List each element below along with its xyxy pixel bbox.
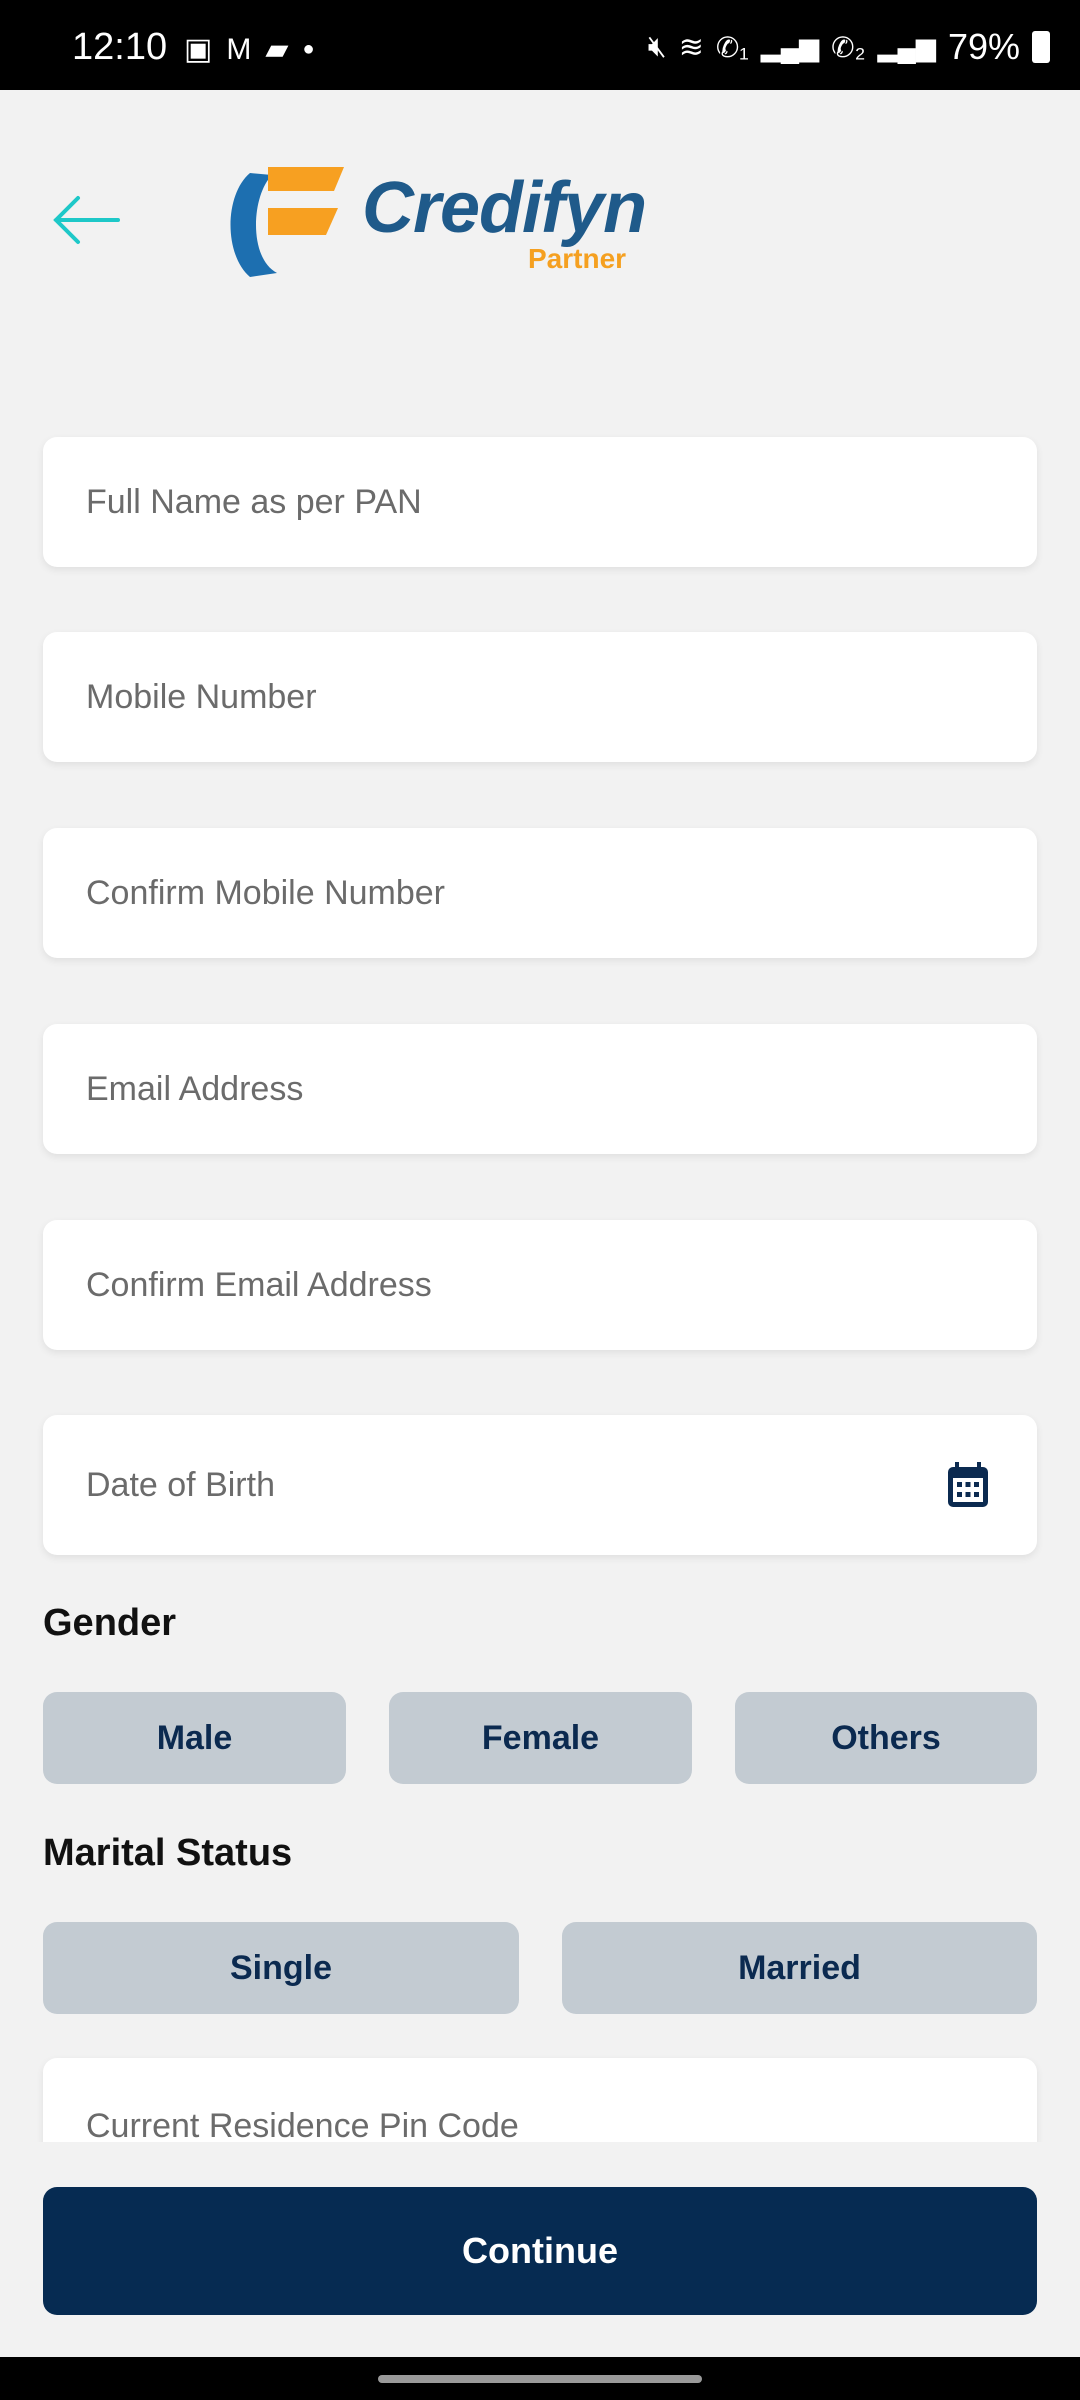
battery-charging-icon [1032, 31, 1050, 63]
back-button[interactable] [48, 190, 124, 250]
navigation-bar [0, 2357, 1080, 2400]
status-time: 12:10 [72, 26, 168, 68]
mobile-number-input[interactable] [43, 632, 1037, 762]
date-of-birth-input[interactable] [43, 1415, 1037, 1555]
logo-mark-icon [230, 167, 344, 277]
marital-married-button[interactable]: Married [562, 1922, 1037, 2014]
confirm-email-field[interactable] [43, 1220, 1037, 1350]
confirm-email-input[interactable] [43, 1220, 1037, 1350]
mute-icon: 🔇︎ [647, 30, 667, 63]
arrow-left-icon [53, 196, 120, 244]
email-field[interactable] [43, 1024, 1037, 1154]
gender-female-button[interactable]: Female [389, 1692, 692, 1784]
logo-subtext: Partner [528, 243, 627, 274]
battery-text: 79% [947, 26, 1020, 67]
full-name-field[interactable] [43, 437, 1037, 567]
confirm-mobile-input[interactable] [43, 828, 1037, 958]
gender-male-button[interactable]: Male [43, 1692, 346, 1784]
continue-button[interactable]: Continue [43, 2187, 1037, 2315]
wifi-call-1-icon: ✆₁ [715, 31, 749, 63]
credifyn-logo: Credifyn Partner [222, 165, 647, 285]
dot-icon: ● [302, 38, 315, 60]
gallery-icon: ▣ [184, 33, 213, 66]
mobile-number-field[interactable] [43, 632, 1037, 762]
wifi-icon: ≋ [678, 30, 704, 64]
logo-text: Credifyn [362, 168, 647, 248]
email-input[interactable] [43, 1024, 1037, 1154]
confirm-mobile-field[interactable] [43, 828, 1037, 958]
date-of-birth-field[interactable] [43, 1415, 1037, 1555]
gender-label: Gender [43, 1602, 177, 1644]
marital-single-button[interactable]: Single [43, 1922, 519, 2014]
home-handle[interactable] [378, 2375, 702, 2383]
calendar-icon[interactable] [947, 1462, 989, 1508]
wifi-call-2-icon: ✆₂ [831, 31, 866, 63]
signal-icon: ▂▄▆ [877, 31, 936, 62]
signal-icon: ▂▄▆ [760, 31, 820, 62]
full-name-input[interactable] [43, 437, 1037, 567]
marital-status-label: Marital Status [43, 1832, 293, 1874]
gmail-icon: M [226, 32, 252, 66]
message-icon: ▰ [265, 33, 289, 66]
status-bar: 12:10 ▣ M ▰ ● 🔇︎ ≋ ✆₁ ▂▄▆ ✆₂ ▂▄▆ 79% [0, 0, 1080, 90]
gender-others-button[interactable]: Others [735, 1692, 1037, 1784]
